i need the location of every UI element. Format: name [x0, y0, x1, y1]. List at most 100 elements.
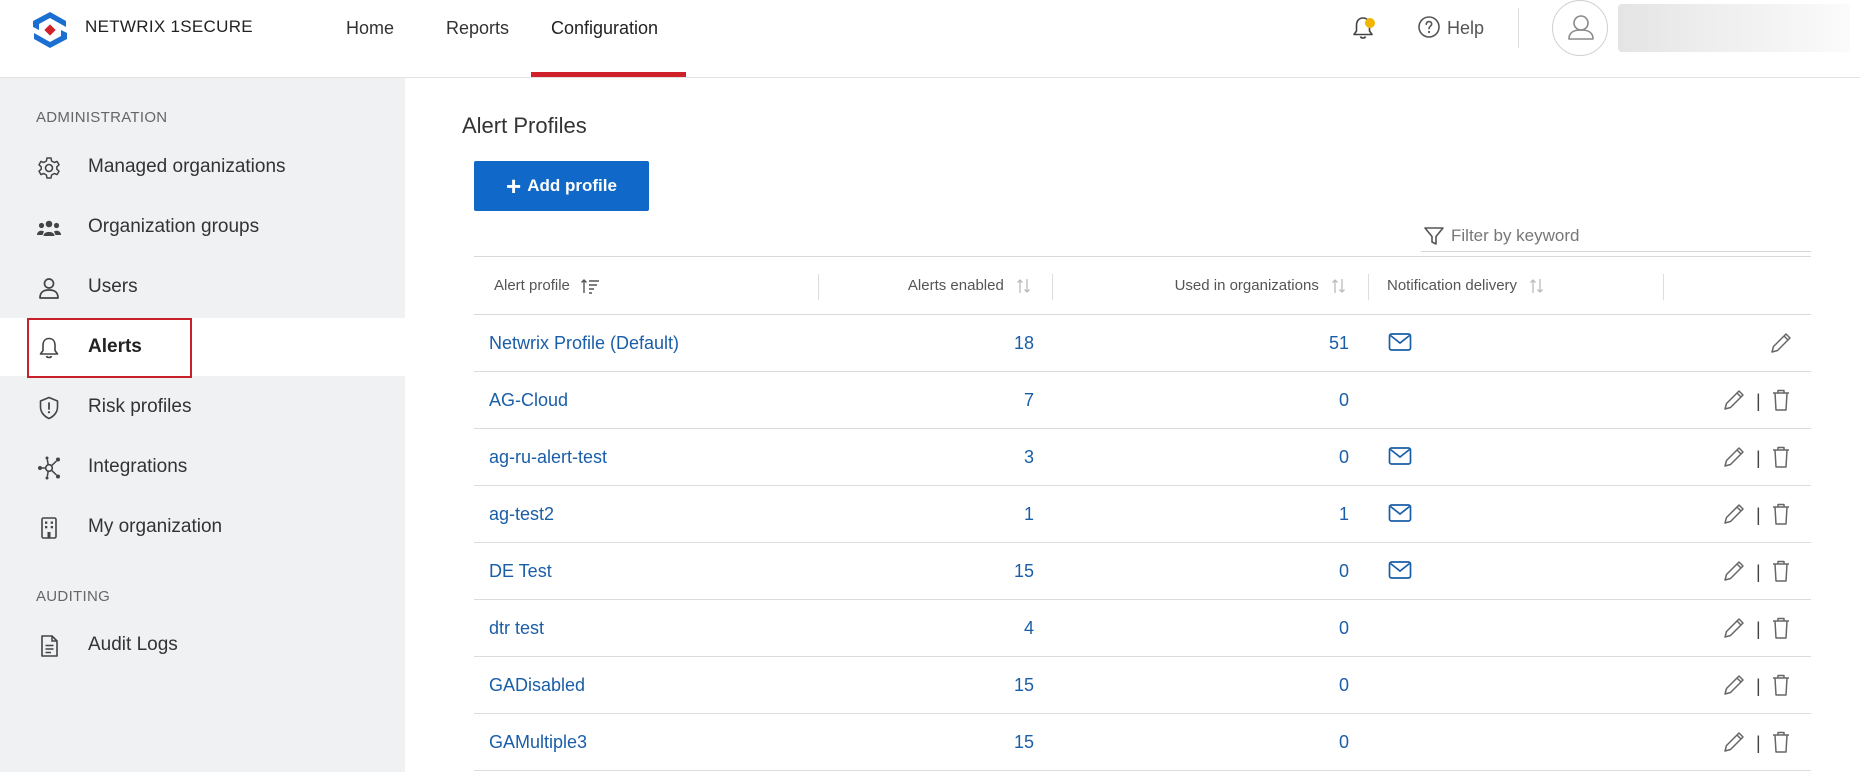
column-label: Used in organizations — [1174, 277, 1319, 294]
user-icon — [39, 278, 59, 299]
sidebar-item-label: My organization — [88, 516, 223, 537]
used-in-orgs-value[interactable]: 1 — [1339, 486, 1349, 542]
edit-icon[interactable] — [1721, 615, 1747, 641]
header-divider — [1518, 8, 1519, 48]
filter-icon — [1424, 227, 1444, 245]
alerts-enabled-value[interactable]: 18 — [1014, 315, 1034, 371]
used-in-orgs-value[interactable]: 0 — [1339, 714, 1349, 770]
profile-name-link[interactable]: GAMultiple3 — [489, 714, 587, 770]
trash-icon[interactable] — [1768, 729, 1794, 755]
sidebar-item-risk-profiles[interactable]: Risk profiles — [0, 378, 405, 436]
edit-icon[interactable] — [1721, 444, 1747, 470]
column-header-alerts-enabled[interactable]: Alerts enabled — [908, 257, 1034, 315]
alerts-enabled-value[interactable]: 15 — [1014, 657, 1034, 713]
sort-active-icon[interactable] — [580, 277, 600, 295]
trash-icon[interactable] — [1768, 672, 1794, 698]
document-icon — [41, 635, 58, 657]
table-row: DE Test 15 0 | — [474, 543, 1811, 600]
alerts-enabled-value[interactable]: 4 — [1024, 600, 1034, 656]
table-row: Netwrix Profile (Default) 18 51 — [474, 315, 1811, 372]
table-row: dtr test 4 0 | — [474, 600, 1811, 657]
building-icon — [41, 517, 57, 539]
shield-icon — [39, 396, 59, 420]
column-divider — [1052, 274, 1053, 300]
sort-icon[interactable] — [1527, 277, 1547, 295]
used-in-orgs-value[interactable]: 51 — [1329, 315, 1349, 371]
user-name-redacted[interactable] — [1618, 4, 1850, 52]
sidebar-item-users[interactable]: Users — [0, 258, 405, 316]
profile-name-link[interactable]: GADisabled — [489, 657, 585, 713]
profile-name-link[interactable]: AG-Cloud — [489, 372, 568, 428]
email-icon — [1388, 333, 1412, 351]
sidebar-item-organization-groups[interactable]: Organization groups — [0, 198, 405, 256]
sidebar-item-audit-logs[interactable]: Audit Logs — [0, 616, 405, 674]
column-header-alert-profile[interactable]: Alert profile — [494, 257, 600, 315]
user-avatar[interactable] — [1552, 0, 1608, 56]
edit-icon[interactable] — [1721, 729, 1747, 755]
notification-dot — [1365, 18, 1375, 28]
sidebar-item-integrations[interactable]: Integrations — [0, 438, 405, 496]
help-link[interactable]: Help — [1447, 16, 1484, 40]
used-in-orgs-value[interactable]: 0 — [1339, 600, 1349, 656]
column-label: Alert profile — [494, 277, 570, 294]
column-divider — [1663, 274, 1664, 300]
alerts-enabled-value[interactable]: 1 — [1024, 486, 1034, 542]
sidebar-item-label: Risk profiles — [88, 396, 192, 417]
table-row: ag-test2 1 1 | — [474, 486, 1811, 543]
action-separator: | — [1756, 391, 1761, 411]
table-header: Alert profile Alerts enabled Used in org… — [474, 256, 1811, 315]
profile-name-link[interactable]: dtr test — [489, 600, 544, 656]
nav-configuration[interactable]: Configuration — [551, 16, 658, 40]
alerts-enabled-value[interactable]: 15 — [1014, 714, 1034, 770]
column-divider — [1368, 274, 1369, 300]
filter-box[interactable] — [1421, 222, 1811, 252]
trash-icon[interactable] — [1768, 615, 1794, 641]
add-profile-label: Add profile — [527, 176, 617, 195]
used-in-orgs-value[interactable]: 0 — [1339, 429, 1349, 485]
edit-icon[interactable] — [1768, 330, 1794, 356]
trash-icon[interactable] — [1768, 558, 1794, 584]
sidebar-item-label: Audit Logs — [88, 634, 178, 655]
profile-name-link[interactable]: Netwrix Profile (Default) — [489, 315, 679, 371]
nav-home[interactable]: Home — [346, 16, 394, 40]
section-auditing: AUDITING — [36, 588, 111, 605]
help-icon[interactable] — [1417, 15, 1441, 39]
used-in-orgs-value[interactable]: 0 — [1339, 372, 1349, 428]
column-divider — [818, 274, 819, 300]
profile-name-link[interactable]: ag-test2 — [489, 486, 554, 542]
column-header-used-in-organizations[interactable]: Used in organizations — [1175, 257, 1349, 315]
alerts-enabled-value[interactable]: 3 — [1024, 429, 1034, 485]
alerts-highlight-box — [27, 318, 192, 378]
table-row: ag-ru-alert-test 3 0 | — [474, 429, 1811, 486]
top-header: NETWRIX 1SECURE Home Reports Configurati… — [0, 0, 1860, 78]
trash-icon[interactable] — [1768, 387, 1794, 413]
edit-icon[interactable] — [1721, 558, 1747, 584]
action-separator: | — [1756, 676, 1761, 696]
profile-name-link[interactable]: ag-ru-alert-test — [489, 429, 607, 485]
sidebar-item-managed-organizations[interactable]: Managed organizations — [0, 138, 405, 196]
column-header-notification-delivery[interactable]: Notification delivery — [1387, 257, 1547, 315]
add-profile-button[interactable]: + Add profile — [474, 161, 649, 211]
email-icon — [1388, 447, 1412, 465]
active-nav-indicator — [531, 72, 686, 77]
alert-profiles-table: Alert profile Alerts enabled Used in org… — [474, 256, 1811, 771]
sidebar-item-label: Organization groups — [88, 216, 260, 237]
alerts-enabled-value[interactable]: 15 — [1014, 543, 1034, 599]
alerts-enabled-value[interactable]: 7 — [1024, 372, 1034, 428]
sort-icon[interactable] — [1014, 277, 1034, 295]
table-row: GADisabled 15 0 | — [474, 657, 1811, 714]
netwrix-logo-icon[interactable] — [30, 10, 70, 50]
edit-icon[interactable] — [1721, 387, 1747, 413]
sort-icon[interactable] — [1329, 277, 1349, 295]
used-in-orgs-value[interactable]: 0 — [1339, 657, 1349, 713]
filter-input[interactable] — [1451, 222, 1806, 250]
profile-name-link[interactable]: DE Test — [489, 543, 552, 599]
used-in-orgs-value[interactable]: 0 — [1339, 543, 1349, 599]
sidebar-item-my-organization[interactable]: My organization — [0, 498, 405, 556]
edit-icon[interactable] — [1721, 672, 1747, 698]
trash-icon[interactable] — [1768, 444, 1794, 470]
action-separator: | — [1756, 562, 1761, 582]
edit-icon[interactable] — [1721, 501, 1747, 527]
nav-reports[interactable]: Reports — [446, 16, 509, 40]
trash-icon[interactable] — [1768, 501, 1794, 527]
